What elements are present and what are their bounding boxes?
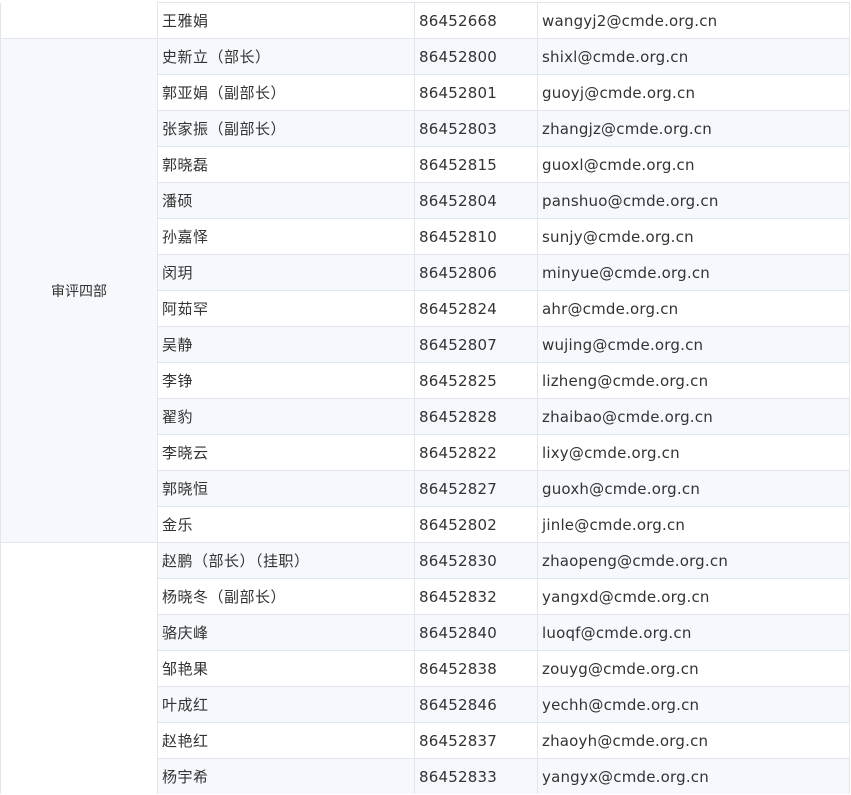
staff-name: 杨宇希	[157, 758, 415, 794]
staff-phone: 86452806	[414, 254, 538, 291]
staff-phone: 86452822	[414, 434, 538, 471]
table-row: 审评四部 史新立（部长） 86452800 shixl@cmde.org.cn	[0, 38, 850, 543]
staff-phone: 86452827	[414, 470, 538, 507]
staff-phone: 86452800	[414, 38, 538, 75]
staff-email: yechh@cmde.org.cn	[537, 686, 850, 723]
staff-name: 李铮	[157, 362, 415, 399]
staff-phone: 86452801	[414, 74, 538, 111]
staff-email: minyue@cmde.org.cn	[537, 254, 850, 291]
staff-name: 王雅娟	[157, 2, 415, 39]
staff-name: 叶成红	[157, 686, 415, 723]
staff-name: 李晓云	[157, 434, 415, 471]
staff-name: 翟豹	[157, 398, 415, 435]
staff-email: wujing@cmde.org.cn	[537, 326, 850, 363]
staff-email: zouyg@cmde.org.cn	[537, 650, 850, 687]
staff-email: wangyj2@cmde.org.cn	[537, 2, 850, 39]
staff-name: 史新立（部长）	[157, 38, 415, 75]
staff-email: guoxh@cmde.org.cn	[537, 470, 850, 507]
staff-phone: 86452833	[414, 758, 538, 794]
staff-email: zhaopeng@cmde.org.cn	[537, 542, 850, 579]
staff-phone: 86452815	[414, 146, 538, 183]
staff-phone: 86452828	[414, 398, 538, 435]
staff-phone: 86452807	[414, 326, 538, 363]
staff-phone: 86452837	[414, 722, 538, 759]
staff-phone: 86452802	[414, 506, 538, 543]
staff-email: panshuo@cmde.org.cn	[537, 182, 850, 219]
staff-name: 孙嘉怿	[157, 218, 415, 255]
staff-email: jinle@cmde.org.cn	[537, 506, 850, 543]
table-row: 王雅娟 86452668 wangyj2@cmde.org.cn	[0, 2, 850, 39]
staff-name: 张家振（副部长）	[157, 110, 415, 147]
staff-email: yangyx@cmde.org.cn	[537, 758, 850, 794]
staff-email: shixl@cmde.org.cn	[537, 38, 850, 75]
staff-directory-table: 王雅娟 86452668 wangyj2@cmde.org.cn 审评四部 史新…	[0, 2, 850, 794]
staff-name: 阿茹罕	[157, 290, 415, 327]
staff-name: 郭亚娟（副部长）	[157, 74, 415, 111]
staff-name: 金乐	[157, 506, 415, 543]
staff-phone: 86452824	[414, 290, 538, 327]
staff-name: 潘硕	[157, 182, 415, 219]
staff-name: 吴静	[157, 326, 415, 363]
staff-name: 郭晓恒	[157, 470, 415, 507]
staff-name: 赵艳红	[157, 722, 415, 759]
staff-email: ahr@cmde.org.cn	[537, 290, 850, 327]
staff-phone: 86452825	[414, 362, 538, 399]
staff-phone: 86452803	[414, 110, 538, 147]
department-cell	[0, 2, 158, 39]
staff-email: yangxd@cmde.org.cn	[537, 578, 850, 615]
staff-name: 骆庆峰	[157, 614, 415, 651]
staff-name: 赵鹏（部长）（挂职）	[157, 542, 415, 579]
staff-phone: 86452810	[414, 218, 538, 255]
staff-phone: 86452838	[414, 650, 538, 687]
staff-email: guoxl@cmde.org.cn	[537, 146, 850, 183]
department-cell	[0, 542, 158, 794]
staff-email: zhaoyh@cmde.org.cn	[537, 722, 850, 759]
staff-email: guoyj@cmde.org.cn	[537, 74, 850, 111]
staff-email: luoqf@cmde.org.cn	[537, 614, 850, 651]
staff-phone: 86452840	[414, 614, 538, 651]
staff-email: sunjy@cmde.org.cn	[537, 218, 850, 255]
staff-email: lizheng@cmde.org.cn	[537, 362, 850, 399]
department-cell: 审评四部	[0, 38, 158, 543]
staff-name: 杨晓冬（副部长）	[157, 578, 415, 615]
staff-email: zhaibao@cmde.org.cn	[537, 398, 850, 435]
staff-email: lixy@cmde.org.cn	[537, 434, 850, 471]
staff-name: 邹艳果	[157, 650, 415, 687]
staff-phone: 86452804	[414, 182, 538, 219]
staff-directory-body: 王雅娟 86452668 wangyj2@cmde.org.cn 审评四部 史新…	[0, 2, 850, 794]
staff-phone: 86452832	[414, 578, 538, 615]
staff-name: 郭晓磊	[157, 146, 415, 183]
staff-phone: 86452668	[414, 2, 538, 39]
staff-email: zhangjz@cmde.org.cn	[537, 110, 850, 147]
staff-phone: 86452830	[414, 542, 538, 579]
staff-name: 闵玥	[157, 254, 415, 291]
staff-phone: 86452846	[414, 686, 538, 723]
table-row: 赵鹏（部长）（挂职） 86452830 zhaopeng@cmde.org.cn	[0, 542, 850, 794]
